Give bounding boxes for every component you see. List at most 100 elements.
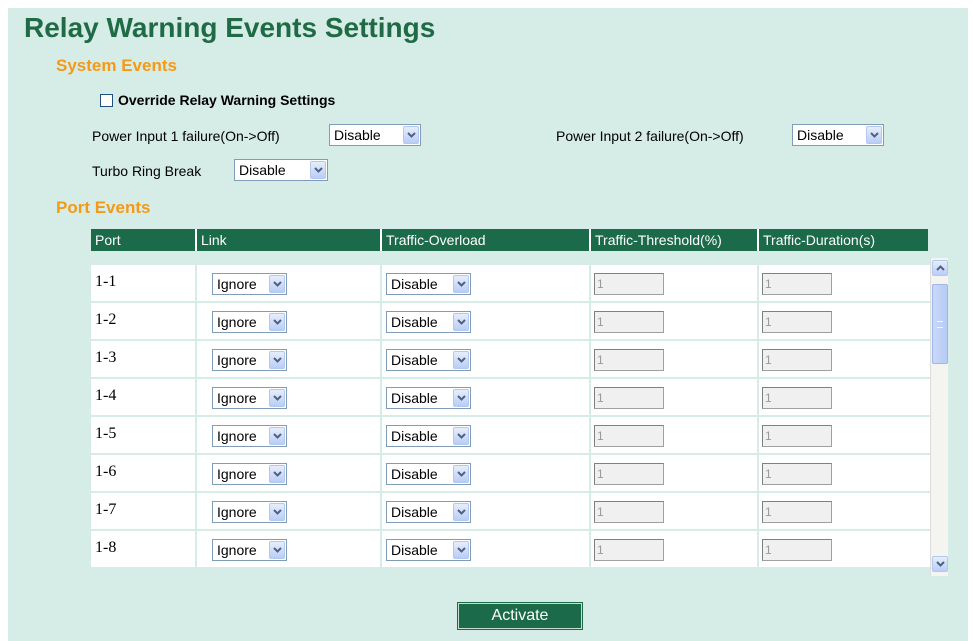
scroll-down-arrow-icon[interactable] [932, 556, 948, 572]
chevron-down-icon[interactable] [269, 313, 285, 331]
traffic-overload-select[interactable]: Disable [386, 311, 471, 333]
link-select[interactable]: Ignore [212, 387, 287, 409]
traffic-duration-input[interactable]: 1 [762, 349, 832, 371]
traffic-duration-input[interactable]: 1 [762, 463, 832, 485]
chevron-down-icon[interactable] [269, 389, 285, 407]
traffic-overload-cell: Disable [382, 303, 591, 339]
activate-button[interactable]: Activate [457, 602, 583, 630]
chevron-down-icon[interactable] [453, 275, 469, 293]
traffic-overload-select[interactable]: Disable [386, 273, 471, 295]
port-number: 1-4 [95, 387, 117, 404]
scrollbar-thumb[interactable] [932, 284, 948, 364]
table-row: 1-2 Ignore Disable 1 1 [91, 303, 930, 339]
traffic-overload-cell: Disable [382, 341, 591, 377]
link-cell: Ignore [197, 341, 382, 377]
chevron-down-icon[interactable] [269, 351, 285, 369]
link-select[interactable]: Ignore [212, 349, 287, 371]
chevron-down-icon[interactable] [453, 389, 469, 407]
traffic-threshold-cell: 1 [591, 417, 759, 453]
chevron-down-icon[interactable] [453, 313, 469, 331]
port-number: 1-6 [95, 463, 117, 480]
chevron-down-icon[interactable] [453, 503, 469, 521]
link-select[interactable]: Ignore [212, 501, 287, 523]
traffic-duration-cell: 1 [759, 265, 930, 301]
override-label: Override Relay Warning Settings [118, 92, 336, 108]
traffic-overload-select[interactable]: Disable [386, 387, 471, 409]
link-value: Ignore [217, 352, 257, 368]
chevron-down-icon[interactable] [269, 503, 285, 521]
traffic-duration-cell: 1 [759, 379, 930, 415]
traffic-overload-select[interactable]: Disable [386, 463, 471, 485]
chevron-down-icon[interactable] [453, 427, 469, 445]
chevron-down-icon[interactable] [453, 541, 469, 559]
traffic-duration-input[interactable]: 1 [762, 539, 832, 561]
chevron-down-icon[interactable] [269, 427, 285, 445]
chevron-down-icon[interactable] [403, 126, 419, 144]
turbo-ring-break-label: Turbo Ring Break [92, 163, 202, 179]
override-checkbox[interactable] [100, 93, 113, 107]
chevron-down-icon[interactable] [453, 465, 469, 483]
traffic-overload-select[interactable]: Disable [386, 425, 471, 447]
chevron-down-icon[interactable] [310, 161, 326, 179]
turbo-ring-break-value: Disable [239, 162, 286, 178]
traffic-duration-cell: 1 [759, 455, 930, 491]
traffic-duration-input[interactable]: 1 [762, 425, 832, 447]
link-select[interactable]: Ignore [212, 463, 287, 485]
system-events-heading: System Events [56, 56, 177, 75]
power-input-2-select[interactable]: Disable [792, 124, 884, 146]
link-value: Ignore [217, 466, 257, 482]
link-select[interactable]: Ignore [212, 311, 287, 333]
traffic-duration-input[interactable]: 1 [762, 273, 832, 295]
link-select[interactable]: Ignore [212, 539, 287, 561]
link-cell: Ignore [197, 303, 382, 339]
traffic-overload-select[interactable]: Disable [386, 539, 471, 561]
port-cell: 1-3 [91, 341, 197, 377]
traffic-threshold-cell: 1 [591, 493, 759, 529]
traffic-threshold-cell: 1 [591, 265, 759, 301]
traffic-threshold-input[interactable]: 1 [594, 273, 664, 295]
traffic-overload-cell: Disable [382, 417, 591, 453]
chevron-down-icon[interactable] [269, 465, 285, 483]
traffic-overload-value: Disable [391, 352, 438, 368]
power-input-1-value: Disable [334, 127, 381, 143]
traffic-duration-cell: 1 [759, 417, 930, 453]
traffic-duration-cell: 1 [759, 493, 930, 529]
traffic-threshold-input[interactable]: 1 [594, 311, 664, 333]
traffic-overload-value: Disable [391, 466, 438, 482]
column-header-traffic-threshold: Traffic-Threshold(%) [591, 229, 759, 251]
traffic-threshold-input[interactable]: 1 [594, 501, 664, 523]
port-cell: 1-7 [91, 493, 197, 529]
traffic-threshold-cell: 1 [591, 455, 759, 491]
scroll-up-arrow-icon[interactable] [932, 260, 948, 276]
port-number: 1-5 [95, 425, 117, 442]
column-header-port: Port [91, 229, 197, 251]
chevron-down-icon[interactable] [269, 541, 285, 559]
port-number: 1-7 [95, 501, 117, 518]
port-table-scrollbar[interactable] [930, 258, 948, 576]
port-number: 1-3 [95, 349, 117, 366]
traffic-threshold-input[interactable]: 1 [594, 425, 664, 447]
traffic-threshold-input[interactable]: 1 [594, 539, 664, 561]
traffic-threshold-input[interactable]: 1 [594, 349, 664, 371]
traffic-overload-value: Disable [391, 276, 438, 292]
traffic-threshold-input[interactable]: 1 [594, 463, 664, 485]
turbo-ring-break-select[interactable]: Disable [234, 159, 328, 181]
link-select[interactable]: Ignore [212, 425, 287, 447]
link-select[interactable]: Ignore [212, 273, 287, 295]
traffic-duration-cell: 1 [759, 303, 930, 339]
traffic-overload-select[interactable]: Disable [386, 349, 471, 371]
column-header-link: Link [197, 229, 382, 251]
chevron-down-icon[interactable] [866, 126, 882, 144]
traffic-threshold-input[interactable]: 1 [594, 387, 664, 409]
link-cell: Ignore [197, 265, 382, 301]
traffic-duration-input[interactable]: 1 [762, 387, 832, 409]
traffic-duration-input[interactable]: 1 [762, 311, 832, 333]
override-checkbox-row[interactable]: Override Relay Warning Settings [100, 92, 335, 108]
power-input-1-select[interactable]: Disable [329, 124, 421, 146]
traffic-overload-select[interactable]: Disable [386, 501, 471, 523]
table-row: 1-3 Ignore Disable 1 1 [91, 341, 930, 377]
chevron-down-icon[interactable] [269, 275, 285, 293]
traffic-threshold-cell: 1 [591, 303, 759, 339]
traffic-duration-input[interactable]: 1 [762, 501, 832, 523]
chevron-down-icon[interactable] [453, 351, 469, 369]
